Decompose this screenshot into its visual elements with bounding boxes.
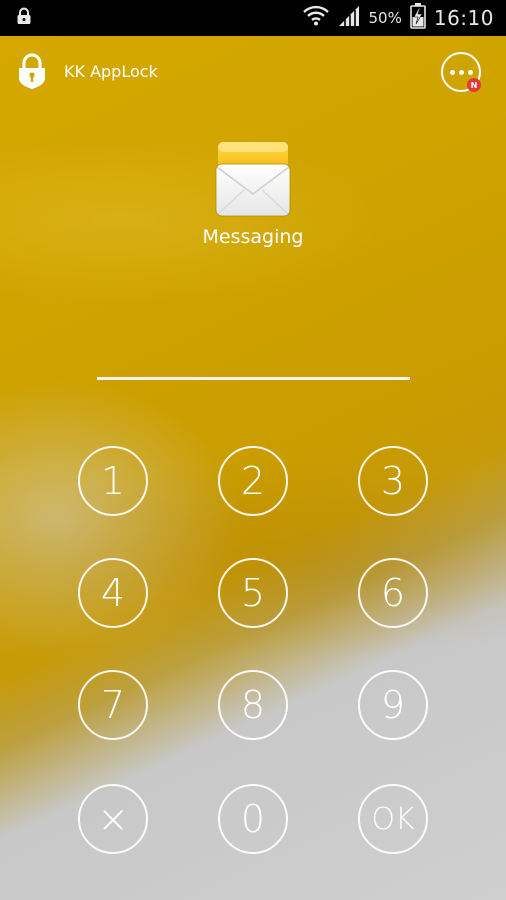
app-header: KK AppLock N [0,36,506,112]
menu-dot [449,69,455,75]
status-bar: 50% 16:10 [0,0,506,36]
signal-icon [337,5,361,31]
key-3[interactable]: 3 [358,446,428,516]
clock: 16:10 [433,6,494,30]
messaging-envelope-icon [214,140,292,220]
key-6[interactable]: 6 [358,558,428,628]
lock-status-icon [16,7,32,29]
key-2[interactable]: 2 [218,446,288,516]
locked-app-name: Messaging [202,226,304,248]
key-1[interactable]: 1 [78,446,148,516]
key-8[interactable]: 8 [218,670,288,740]
key-7[interactable]: 7 [78,670,148,740]
lock-screen: 50% 16:10 KK AppLock N Messaging 1 2 3 4… [0,0,506,900]
pin-entry-field [97,377,410,380]
more-options-button[interactable]: N [441,52,481,92]
key-0[interactable]: 0 [218,784,288,854]
ok-key[interactable]: OK [358,784,428,854]
key-9[interactable]: 9 [358,670,428,740]
applock-logo-icon [14,52,50,90]
wifi-icon [302,5,329,31]
new-badge: N [467,78,481,92]
battery-percent: 50% [368,9,402,27]
menu-dot [458,69,464,75]
battery-charging-icon [410,3,426,33]
key-4[interactable]: 4 [78,558,148,628]
key-5[interactable]: 5 [218,558,288,628]
app-title: KK AppLock [64,62,158,81]
clear-key[interactable]: × [78,784,148,854]
menu-dot [467,69,473,75]
